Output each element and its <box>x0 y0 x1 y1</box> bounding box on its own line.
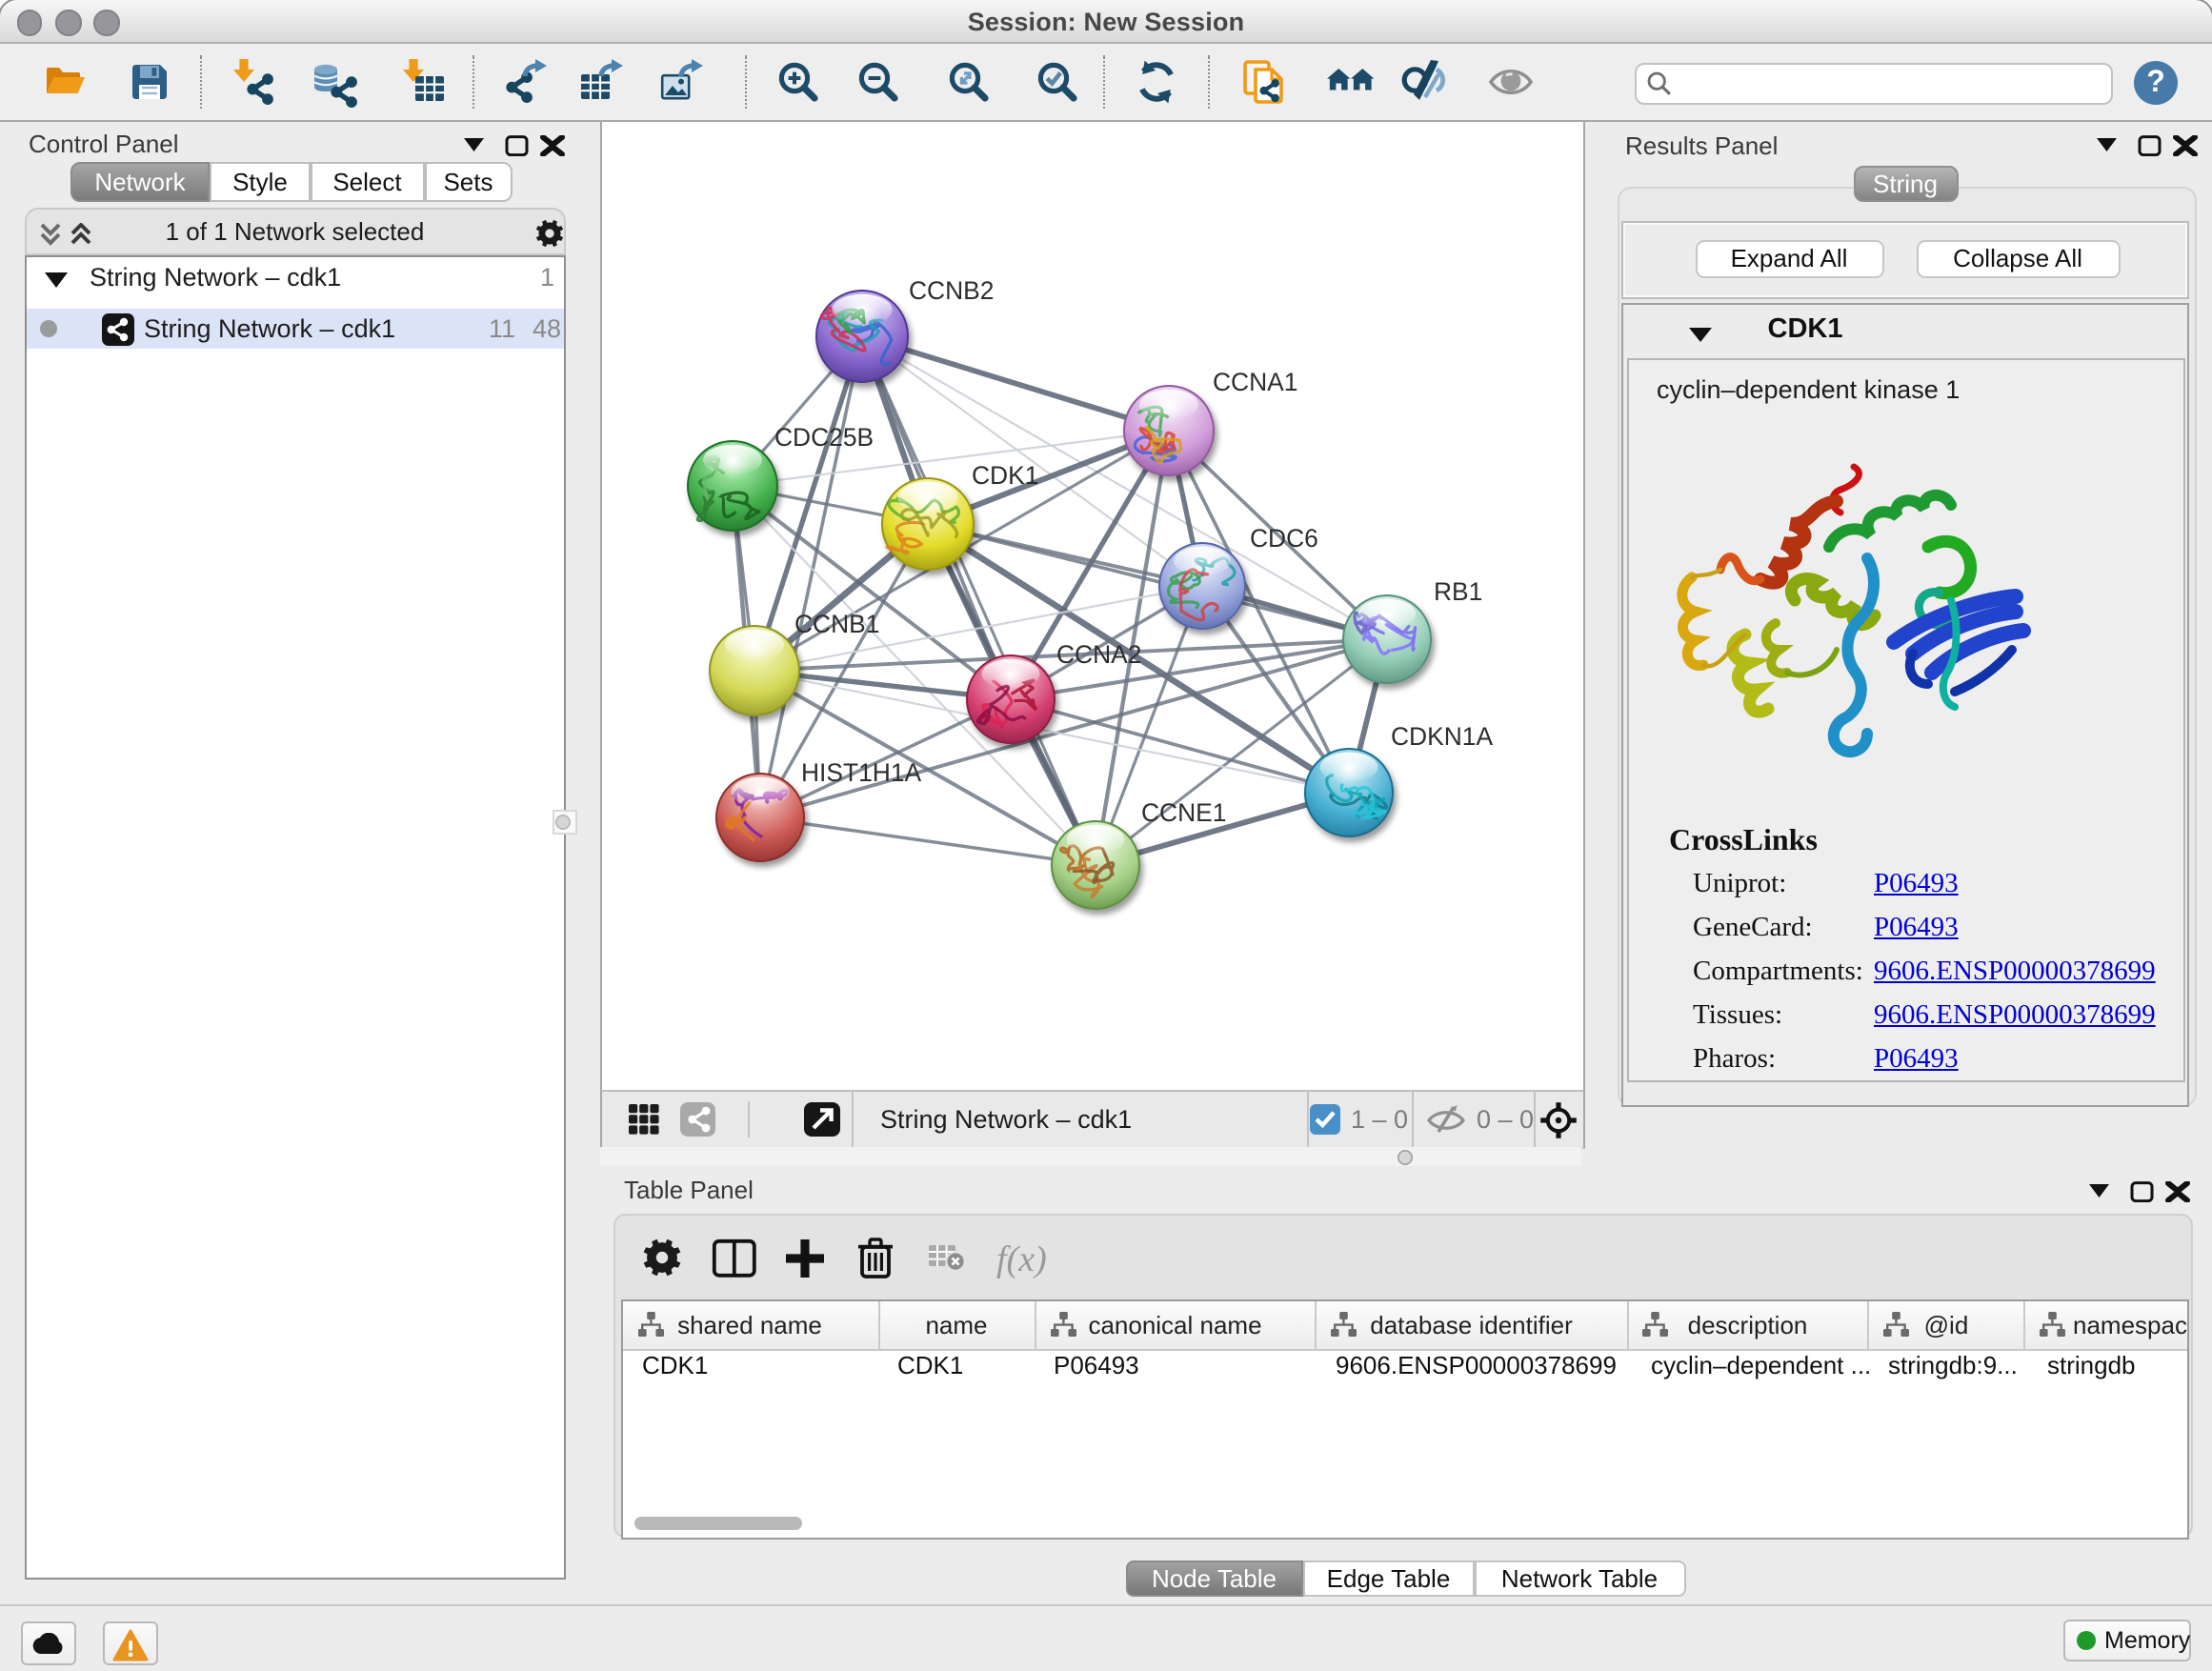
svg-text:CCNA2: CCNA2 <box>1056 639 1141 668</box>
svg-text:CDKN1A: CDKN1A <box>1391 721 1493 750</box>
svg-text:CCNA1: CCNA1 <box>1213 367 1297 395</box>
svg-text:RB1: RB1 <box>1434 576 1482 605</box>
svg-text:HIST1H1A: HIST1H1A <box>801 757 922 786</box>
svg-text:CCNB2: CCNB2 <box>909 275 994 304</box>
svg-text:f(x): f(x) <box>995 1239 1046 1279</box>
svg-text:CCNE1: CCNE1 <box>1141 797 1226 826</box>
svg-text:CDK1: CDK1 <box>972 460 1038 489</box>
svg-text:CDC25B: CDC25B <box>774 422 874 451</box>
svg-text:CCNB1: CCNB1 <box>794 609 879 637</box>
svg-text:CDC6: CDC6 <box>1250 523 1318 552</box>
